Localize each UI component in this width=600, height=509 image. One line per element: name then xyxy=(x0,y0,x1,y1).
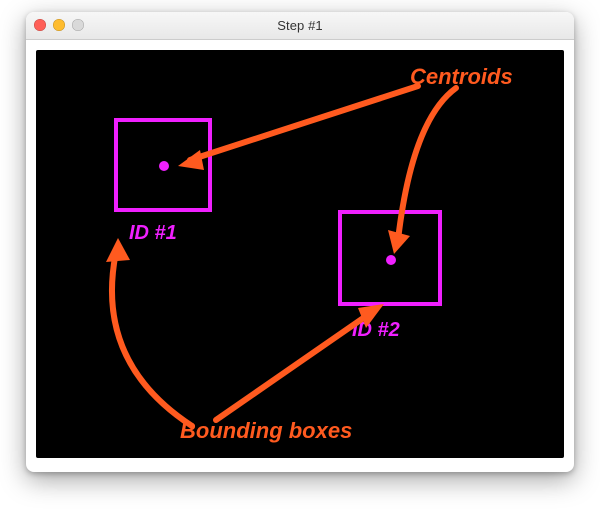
centroid-1 xyxy=(159,161,169,171)
titlebar: Step #1 xyxy=(26,12,574,40)
minimize-button[interactable] xyxy=(53,19,65,31)
centroid-2 xyxy=(386,255,396,265)
close-button[interactable] xyxy=(34,19,46,31)
app-window: Step #1 ID #1 ID #2 Centroids Bounding b… xyxy=(26,12,574,472)
annotation-bboxes: Bounding boxes xyxy=(180,418,352,444)
id-label-1: ID #1 xyxy=(129,222,177,245)
annotation-centroids: Centroids xyxy=(410,64,513,90)
maximize-button[interactable] xyxy=(72,19,84,31)
image-canvas: ID #1 ID #2 Centroids Bounding boxes xyxy=(36,50,564,458)
window-title: Step #1 xyxy=(277,18,323,33)
traffic-lights xyxy=(34,19,84,31)
annotation-arrows xyxy=(36,50,564,458)
diagram-stage: Step #1 ID #1 ID #2 Centroids Bounding b… xyxy=(0,0,600,509)
id-label-2: ID #2 xyxy=(352,319,400,342)
